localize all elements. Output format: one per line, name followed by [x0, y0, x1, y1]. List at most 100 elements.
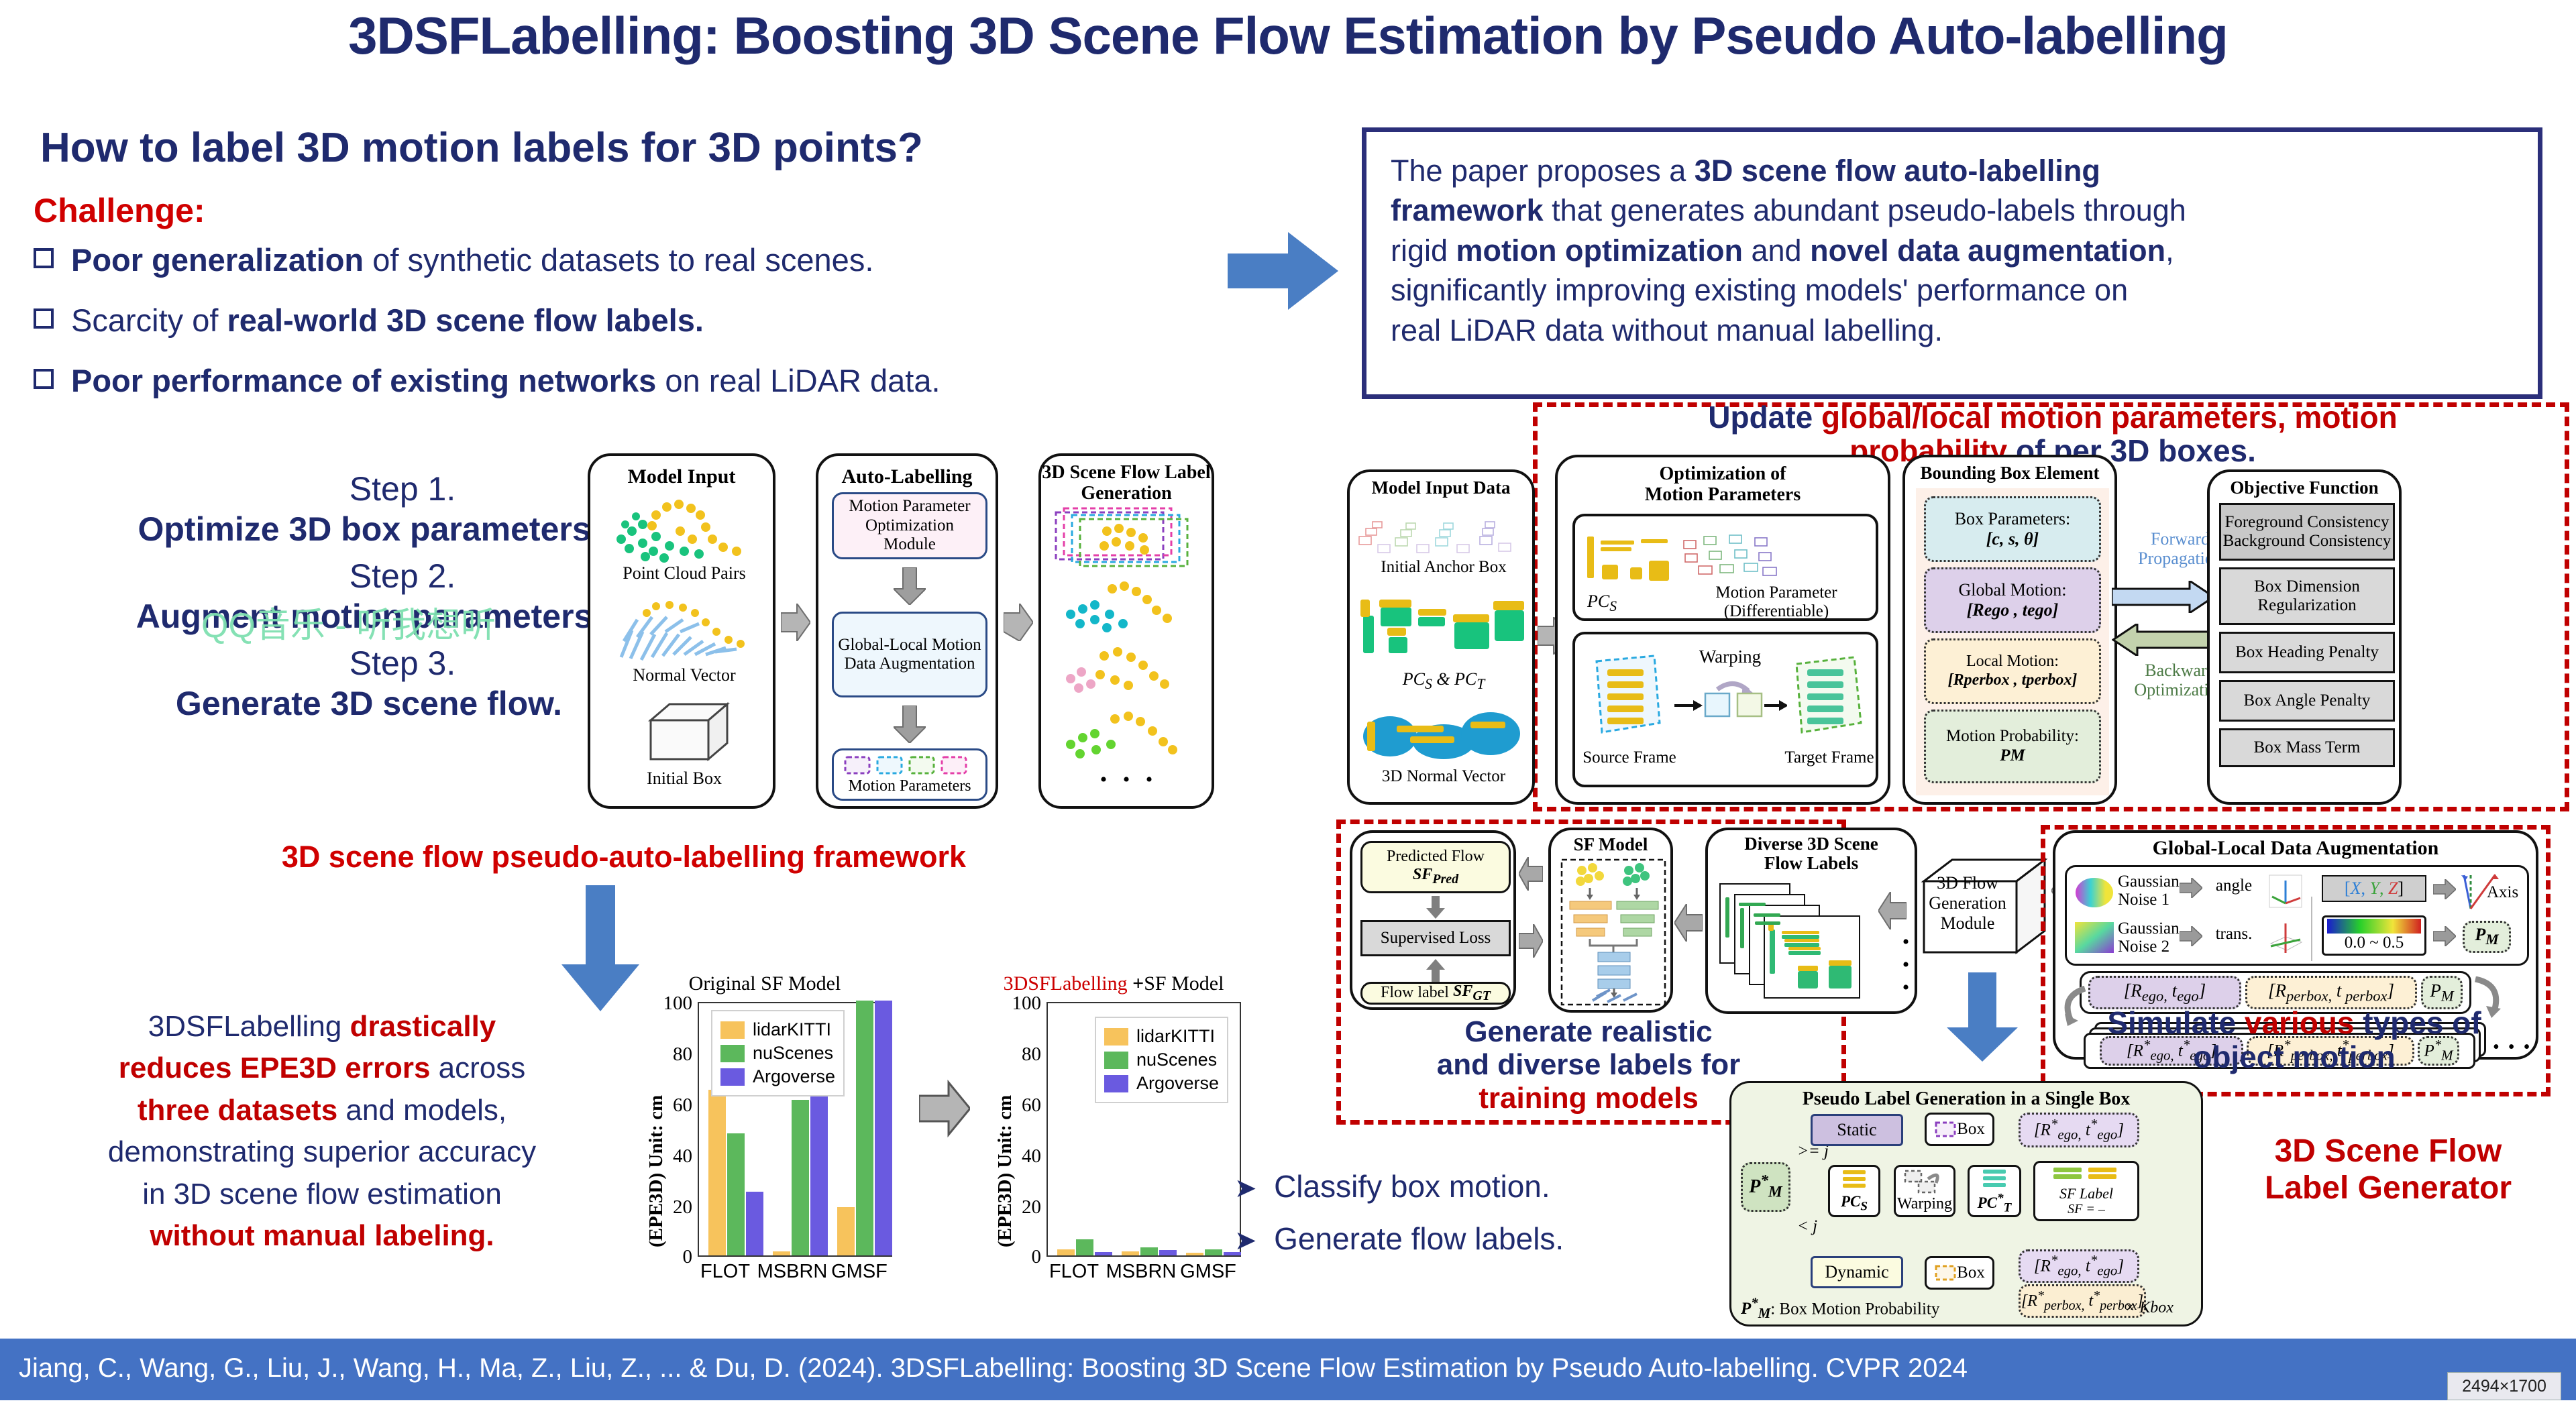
pseudo-box-dynamic-label: Box — [1957, 1263, 1985, 1282]
pcs-yellow-icon — [1843, 1170, 1866, 1188]
legend-swatch-nuscenes — [720, 1044, 745, 1062]
chart2-title: 3DSFLabelling +SF Model — [973, 972, 1254, 995]
panel-pseudo-label-generation: Pseudo Label Generation in a Single Box … — [1729, 1081, 2203, 1327]
pseudo-box-static: Box — [1925, 1113, 1994, 1146]
pseudo-legend: P*M: Box Motion Probability — [1741, 1295, 1940, 1322]
results-line2b: across — [430, 1052, 526, 1085]
grey-arrow-icon — [2180, 926, 2202, 946]
legend-label-nuscenes: nuScenes — [1136, 1050, 1218, 1070]
checkbox-icon — [34, 369, 54, 389]
chart-original-sf-model: Original SF Model lidarKITTI nuScenes Ar… — [624, 972, 906, 1308]
challenge-heading: Challenge: — [34, 192, 205, 229]
down-arrow-icon — [894, 567, 926, 605]
simulate-b: various — [2244, 1005, 2355, 1040]
axes-plane-icon — [2269, 923, 2303, 953]
caption-normal-vector: Normal Vector — [633, 665, 736, 685]
panel-diverse-title: Diverse 3D Scene Flow Labels — [1708, 834, 1915, 873]
chart2-bar-msbrn-nuscenes — [1140, 1247, 1158, 1255]
pseudo-warping: Warping — [1894, 1165, 1955, 1217]
chart2-title-suffix: SF Model — [1144, 972, 1224, 995]
label-angle: angle — [2215, 877, 2253, 895]
chart1-bar-gmsf-lidarkitti — [837, 1207, 855, 1255]
bbox-item-motion-probability: Motion Probability: PM — [1924, 710, 2101, 783]
chart1-title: Original SF Model — [688, 972, 841, 995]
pcs-scene-image — [1587, 537, 1669, 581]
bbox-item-0-l1: Box Parameters: — [1954, 509, 2071, 529]
predicted-flow-l2: SFPred — [1412, 865, 1459, 887]
gaussian2-l2: Noise 2 — [2118, 938, 2170, 956]
grey-arrow-icon — [2433, 879, 2456, 899]
results-line1a: 3DSFLabelling — [148, 1010, 350, 1043]
label-warping: Warping — [1699, 646, 1762, 667]
box-global-local-augmentation: Global-Local Motion Data Augmentation — [832, 612, 987, 697]
bullet-0-label: Classify box motion. — [1274, 1169, 1550, 1204]
bbox-item-global-motion: Global Motion: [Rego , tego] — [1924, 567, 2101, 633]
diverse-title-l1: Diverse 3D Scene — [1744, 834, 1878, 854]
subpanel-warping: Source Frame Warping Target Frame — [1572, 632, 1878, 787]
objective-item-0-l1: Foreground Consistency — [2224, 512, 2390, 531]
panel-bounding-box-element: Bounding Box Element Box Parameters: [c, … — [1902, 455, 2117, 805]
gaussian1-l2: Noise 1 — [2118, 891, 2170, 909]
panel-sf-model: SF Model — [1548, 828, 1673, 1013]
challenge-item-2-bold: real-world 3D scene flow labels. — [227, 302, 704, 338]
panel-supervised-training: Predicted Flow SFPred Supervised Loss Flo… — [1350, 830, 1516, 1010]
label-flow-generation-module: 3D Flow Generation Module — [1920, 873, 2015, 934]
chart2-bar-flot-nuscenes — [1076, 1239, 1093, 1255]
legend-label-lidarkitti: lidarKITTI — [753, 1019, 832, 1039]
chart2-ytick-80: 80 — [1022, 1043, 1041, 1065]
caption-initial-anchor-box: Initial Anchor Box — [1381, 558, 1507, 576]
label-xyz: [X, Y, Z] — [2322, 875, 2426, 902]
bbox-item-2-l2: [Rperbox , tperbox] — [1947, 671, 2078, 689]
chart2-bar-gmsf-nuscenes — [1205, 1249, 1222, 1255]
chart1-legend-item-0: lidarKITTI — [720, 1019, 835, 1040]
panel-model-input-data-title: Model Input Data — [1371, 477, 1511, 498]
pseudo-pm: P*M — [1741, 1162, 1790, 1212]
flow-label-l1: Flow label — [1380, 984, 1449, 1002]
chart2-legend: lidarKITTI nuScenes Argoverse — [1095, 1017, 1229, 1103]
panel-auto-labelling-title: Auto-Labelling — [841, 465, 973, 488]
step-1-number: Step 1. — [349, 470, 456, 508]
color-ramp-icon — [2327, 918, 2421, 934]
generator-label: 3D Scene Flow Label Generator — [2207, 1133, 2569, 1206]
flowgen-l3: Module — [1940, 913, 1995, 934]
chart1-plot-area: lidarKITTI nuScenes Argoverse — [698, 1001, 892, 1257]
pseudo-repeat-count: × Kbox — [2125, 1299, 2174, 1316]
pseudo-condition-lt: < j — [1797, 1217, 1818, 1235]
caption-motion-parameter-l2: (Differentiable) — [1723, 602, 1829, 620]
chart1-xtick-gmsf: GMSF — [831, 1261, 888, 1282]
bullet-generate-flow-labels: ➤ Generate flow labels. — [1234, 1221, 1564, 1257]
box-supervised-loss: Supervised Loss — [1360, 920, 1511, 956]
grey-arrow-icon — [781, 604, 810, 641]
chart1-bar-flot-argoverse — [746, 1192, 763, 1255]
gaussian-noise-1-image — [2076, 878, 2113, 907]
chart2-ylabel: (EPE3D) Unit: cm — [994, 1094, 1016, 1247]
checkbox-icon — [34, 248, 54, 268]
diverse-ellipsis: • • • — [1902, 931, 1913, 999]
legend-swatch-lidarkitti — [720, 1021, 745, 1039]
grey-left-arrow-icon — [1878, 892, 1907, 929]
objective-item-box-heading-penalty: Box Heading Penalty — [2219, 632, 2395, 673]
up-arrow-icon — [1426, 959, 1445, 982]
motion-parameter-boxes-icon — [844, 756, 967, 775]
panel-label-generation: 3D Scene Flow Label Generation • • • — [1038, 453, 1214, 809]
checkbox-icon — [34, 308, 54, 329]
challenge-item-1-rest: of synthetic datasets to real scenes. — [364, 242, 874, 278]
green-flow-image — [1066, 712, 1177, 758]
chart1-bar-flot-nuscenes — [727, 1133, 745, 1255]
challenge-item-3-rest: on real LiDAR data. — [656, 363, 941, 398]
chart2-bar-flot-argoverse — [1095, 1252, 1112, 1255]
gaussian-noise-2-image — [2075, 922, 2114, 953]
normal-vector-image — [619, 601, 745, 661]
divider — [2311, 897, 2312, 961]
panel-pseudo-title: Pseudo Label Generation in a Single Box — [1802, 1088, 2131, 1109]
simulate-c: types of — [2354, 1005, 2481, 1040]
panel-label-generation-title: 3D Scene Flow Label Generation — [1042, 462, 1211, 504]
caption-motion-parameter: Motion Parameter (Differentiable) — [1676, 583, 1877, 620]
subpanel-motion-parameter-differentiable: PCS Motion Parameter (Differentiable) — [1572, 514, 1878, 621]
results-line5: in 3D scene flow estimation — [142, 1177, 502, 1210]
chart2-legend-item-1: nuScenes — [1104, 1050, 1219, 1070]
param-global: [Rego, tego] — [2088, 976, 2241, 1009]
down-arrow-icon — [1426, 896, 1445, 919]
chart2-xtick-flot: FLOT — [1049, 1261, 1099, 1282]
generator-label-l1: 3D Scene Flow — [2274, 1133, 2502, 1169]
